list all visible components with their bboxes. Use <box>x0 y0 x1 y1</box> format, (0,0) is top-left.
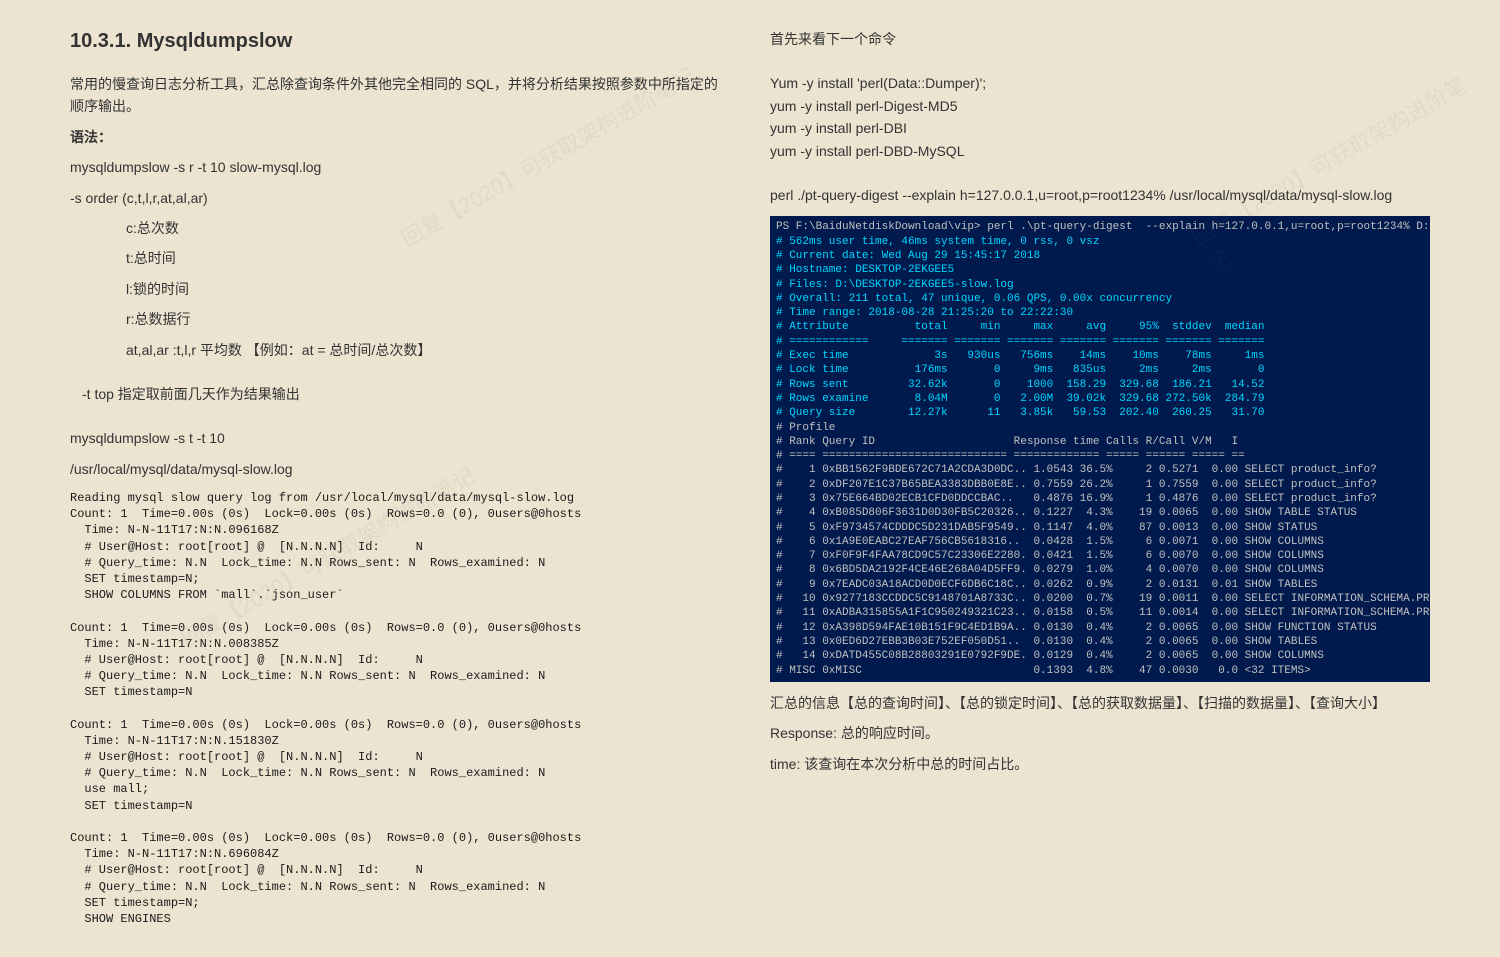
yum-commands: Yum -y install 'perl(Data::Dumper)'; yum… <box>770 72 1430 162</box>
option-r: r:总数据行 <box>70 308 730 330</box>
summary-line: 汇总的信息【总的查询时间】、【总的锁定时间】、【总的获取数据量】、【扫描的数据量… <box>770 692 1430 714</box>
slow-log-path: /usr/local/mysql/data/mysql-slow.log <box>70 458 730 480</box>
right-column: 首先来看下一个命令 Yum -y install 'perl(Data::Dum… <box>770 20 1430 937</box>
command-line-2: mysqldumpslow -s t -t 10 <box>70 427 730 449</box>
option-avg: at,al,ar :t,l,r 平均数 【例如：at = 总时间/总次数】 <box>70 339 730 361</box>
response-line: Response: 总的响应时间。 <box>770 722 1430 744</box>
terminal-profile-block: # Profile # Rank Query ID Response time … <box>776 422 1430 677</box>
syntax-label: 语法： <box>70 126 730 148</box>
left-column: 10.3.1. Mysqldumpslow 常用的慢查询日志分析工具，汇总除查询… <box>70 20 730 937</box>
command-line: mysqldumpslow -s r -t 10 slow-mysql.log <box>70 156 730 178</box>
order-option: -s order (c,t,l,r,at,al,ar) <box>70 187 730 209</box>
option-c: c:总次数 <box>70 217 730 239</box>
document-page: 回复【2020】可获取架构进阶笔记 回复【2020】可获取架构进阶笔记 回复【2… <box>0 0 1500 957</box>
time-line: time: 该查询在本次分析中总的时间占比。 <box>770 753 1430 775</box>
terminal-header-block: # 562ms user time, 46ms system time, 0 r… <box>776 236 1264 420</box>
option-l: l:锁的时间 <box>70 278 730 300</box>
perl-command: perl ./pt-query-digest --explain h=127.0… <box>770 184 1430 206</box>
terminal-prompt: PS F:\BaiduNetdiskDownload\vip> perl .\p… <box>776 221 1430 233</box>
section-heading: 10.3.1. Mysqldumpslow <box>70 30 730 53</box>
terminal-output: PS F:\BaiduNetdiskDownload\vip> perl .\p… <box>770 216 1430 682</box>
intro-paragraph: 常用的慢查询日志分析工具，汇总除查询条件外其他完全相同的 SQL，并将分析结果按… <box>70 73 730 118</box>
command-intro: 首先来看下一个命令 <box>770 28 1430 50</box>
top-option: -t top 指定取前面几天作为结果输出 <box>70 383 730 405</box>
option-t: t:总时间 <box>70 247 730 269</box>
slow-log-output: Reading mysql slow query log from /usr/l… <box>70 490 730 927</box>
